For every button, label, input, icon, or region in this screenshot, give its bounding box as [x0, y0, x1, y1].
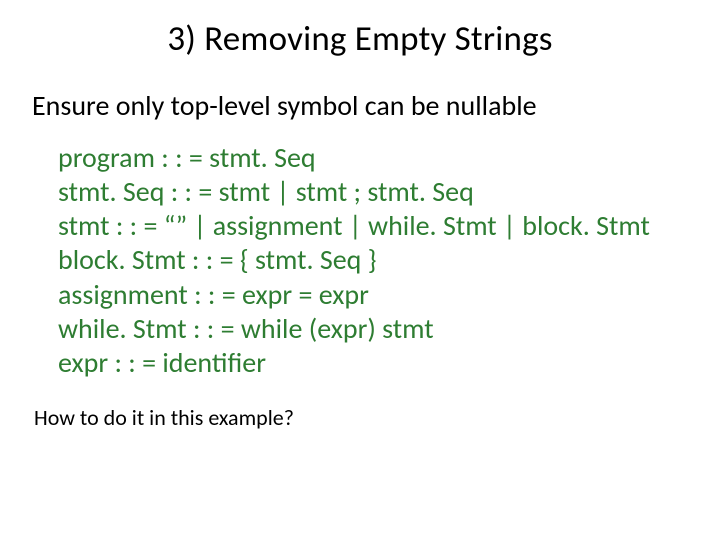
slide: 3) Removing Empty Strings Ensure only to…	[0, 0, 720, 540]
grammar-line: assignment : : = expr = expr	[58, 278, 690, 312]
grammar-line: stmt. Seq : : = stmt | stmt ; stmt. Seq	[58, 175, 690, 209]
grammar-line: stmt : : = “” | assignment | while. Stmt…	[58, 209, 690, 243]
grammar-line: expr : : = identifier	[58, 346, 690, 380]
question-text: How to do it in this example?	[34, 404, 690, 431]
page-title: 3) Removing Empty Strings	[30, 18, 690, 60]
grammar-block: program : : = stmt. Seq stmt. Seq : : = …	[58, 141, 690, 380]
grammar-line: while. Stmt : : = while (expr) stmt	[58, 312, 690, 346]
subtitle: Ensure only top-level symbol can be null…	[32, 88, 690, 123]
grammar-line: program : : = stmt. Seq	[58, 141, 690, 175]
grammar-line: block. Stmt : : = { stmt. Seq }	[58, 243, 690, 277]
